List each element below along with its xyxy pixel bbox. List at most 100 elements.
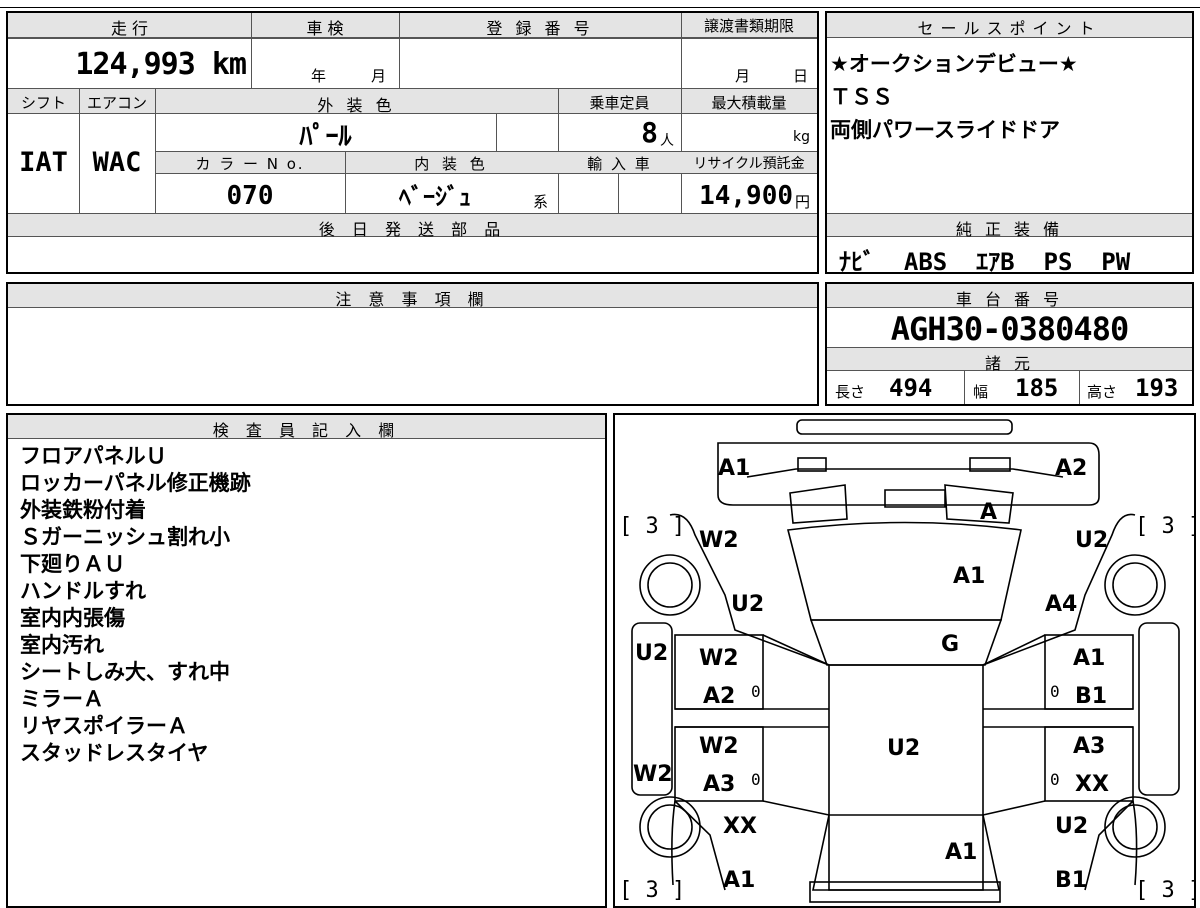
- height-label: 高さ: [1087, 383, 1118, 401]
- damage-right-rear-door-a: A3: [1073, 734, 1105, 759]
- inspector-note: ハンドルすれ: [20, 579, 146, 603]
- damage-rear-right: B1: [1055, 868, 1087, 893]
- inspector-note: 室内汚れ: [20, 633, 104, 657]
- sales-points-header: セールスポイント: [917, 19, 1102, 38]
- mileage-value: 124,993 km: [75, 47, 247, 82]
- inspector-note: 室内内張傷: [20, 606, 125, 630]
- sales-point-line: ★オークションデビュー★: [830, 52, 1078, 76]
- inspector-note: スタッドレスタイヤ: [20, 741, 209, 765]
- damage-right-rear-door-b: XX: [1075, 772, 1109, 797]
- chassis-header: 車 台 番 号: [955, 290, 1064, 309]
- damage-front-fender-left: U2: [731, 592, 764, 617]
- inspector-note: ミラーＡ: [20, 687, 104, 711]
- tire-front-right: [ 3 ]: [1135, 514, 1194, 539]
- damage-left-sill: U2: [635, 641, 668, 666]
- width-label: 幅: [973, 383, 989, 401]
- damage-rear-quarter-left: XX: [723, 814, 757, 839]
- damage-right-rear-door-c: 0: [1050, 770, 1060, 789]
- capacity-value: 8: [641, 116, 658, 149]
- damage-front-right: A2: [1055, 456, 1087, 481]
- label-capacity: 乗車定員: [589, 94, 650, 112]
- shift-value: IAT: [19, 147, 68, 178]
- damage-roof: U2: [887, 736, 920, 761]
- inspector-note: ロッカーパネル修正機跡: [20, 471, 251, 495]
- equipment-header: 純 正 装 備: [955, 220, 1064, 239]
- inspector-note: 外装鉄粉付着: [20, 498, 146, 522]
- damage-left-rear-door-b: A3: [703, 772, 735, 797]
- car-damage-diagram: A1 A2 A A1 W2 U2 U2 A4 G U2 W2 A2 0 A1 B…: [613, 413, 1196, 908]
- inspector-note: シートしみ大、すれ中: [20, 660, 230, 684]
- damage-left-front-door-b: A2: [703, 684, 735, 709]
- label-registration: 登 録 番 号: [486, 19, 594, 38]
- damage-hood: A1: [953, 564, 985, 589]
- inspector-header: 検 査 員 記 入 欄: [212, 421, 401, 440]
- label-mileage: 走 行: [110, 19, 149, 38]
- chassis-box: 車 台 番 号 AGH30-0380480 諸 元 長さ 494 幅 185 高…: [825, 282, 1194, 406]
- label-later-parts: 後 日 発 送 部 品: [318, 220, 507, 239]
- caution-header: 注 意 事 項 欄: [335, 290, 490, 309]
- damage-left-rear-door-c: 0: [751, 770, 761, 789]
- label-shift: シフト: [20, 94, 66, 112]
- tire-rear-right: [ 3 ]: [1135, 878, 1194, 903]
- length-value: 494: [889, 374, 933, 402]
- damage-front-fender-right: A4: [1045, 592, 1077, 617]
- specs-header: 諸 元: [984, 354, 1035, 373]
- width-value: 185: [1015, 374, 1059, 402]
- transfer-month-unit: 月: [735, 67, 751, 85]
- label-aircon: エアコン: [86, 94, 147, 112]
- damage-right-front-door-b: B1: [1075, 684, 1107, 709]
- interior-color-suffix: 系: [533, 193, 549, 211]
- sales-points-box: セールスポイント ★オークションデビュー★ ＴＳＳ 両側パワースライドドア 純 …: [825, 11, 1194, 276]
- chassis-number: AGH30-0380480: [890, 310, 1129, 348]
- windshield-shape: [809, 619, 1003, 666]
- recycle-fee-unit: 円: [795, 193, 811, 211]
- exterior-color-value: ﾊﾟｰﾙ: [299, 122, 352, 152]
- recycle-fee-value: 14,900: [699, 181, 793, 211]
- tire-rear-left: [ 3 ]: [619, 878, 685, 903]
- hood-shape: [787, 521, 1022, 621]
- damage-front-left: A1: [718, 456, 750, 481]
- front-bumper-shape: [796, 419, 1013, 435]
- label-max-load: 最大積載量: [711, 94, 787, 112]
- damage-rear-left: A1: [723, 868, 755, 893]
- inspector-notes-box: 検 査 員 記 入 欄 フロアパネルＵ ロッカーパネル修正機跡 外装鉄粉付着 Ｓ…: [6, 413, 607, 908]
- inspector-note: Ｓガーニッシュ割れ小: [20, 525, 230, 549]
- damage-right-front-door-a: A1: [1073, 646, 1105, 671]
- label-import: 輸 入 車: [587, 155, 652, 173]
- label-inspection: 車 検: [306, 19, 344, 38]
- vehicle-info-table: 走 行 車 検 登 録 番 号 譲渡書類期限 124,993 km 年 月 月 …: [6, 11, 819, 274]
- transfer-day-unit: 日: [793, 67, 809, 85]
- inspection-month-unit: 月: [371, 67, 387, 85]
- damage-windshield-glass: G: [941, 632, 959, 657]
- car-outline-svg: A1 A2 A A1 W2 U2 U2 A4 G U2 W2 A2 0 A1 B…: [619, 419, 1194, 903]
- label-exterior-color: 外 装 色: [317, 96, 396, 115]
- damage-windshield: A: [980, 500, 997, 525]
- equipment-value: ﾅﾋﾞ ABS ｴｱB PS PW: [839, 248, 1131, 276]
- sales-point-line: 両側パワースライドドア: [830, 118, 1060, 142]
- inspection-year-unit: 年: [311, 67, 327, 85]
- label-interior-color: 内 装 色: [414, 155, 489, 173]
- damage-left-front-door-c: 0: [751, 682, 761, 701]
- interior-color-value: ﾍﾞｰｼﾞｭ: [399, 183, 471, 211]
- caution-box: 注 意 事 項 欄: [6, 282, 819, 406]
- length-label: 長さ: [835, 383, 866, 401]
- damage-left-front-door-a: W2: [699, 646, 739, 671]
- top-strip: [0, 0, 1200, 8]
- damage-left-rear-door-a: W2: [699, 734, 739, 759]
- inspector-note: フロアパネルＵ: [20, 444, 167, 468]
- damage-rear-gate: A1: [945, 840, 977, 865]
- damage-right-front-door-c: 0: [1050, 682, 1060, 701]
- label-color-no: カ ラ ー N o.: [195, 155, 305, 173]
- height-value: 193: [1135, 374, 1179, 402]
- label-recycle-fee: リサイクル預託金: [693, 156, 805, 172]
- label-transfer-deadline: 譲渡書類期限: [703, 17, 794, 35]
- tire-front-left: [ 3 ]: [619, 514, 685, 539]
- damage-left-rear-side: W2: [633, 762, 673, 787]
- damage-rear-quarter-right: U2: [1055, 814, 1088, 839]
- sales-point-line: ＴＳＳ: [830, 85, 893, 109]
- damage-front-fender-left-top: W2: [699, 528, 739, 553]
- color-no-value: 070: [226, 181, 274, 211]
- aircon-value: WAC: [92, 147, 142, 178]
- max-load-unit: kg: [793, 129, 810, 145]
- inspector-note: リヤスポイラーＡ: [20, 714, 188, 738]
